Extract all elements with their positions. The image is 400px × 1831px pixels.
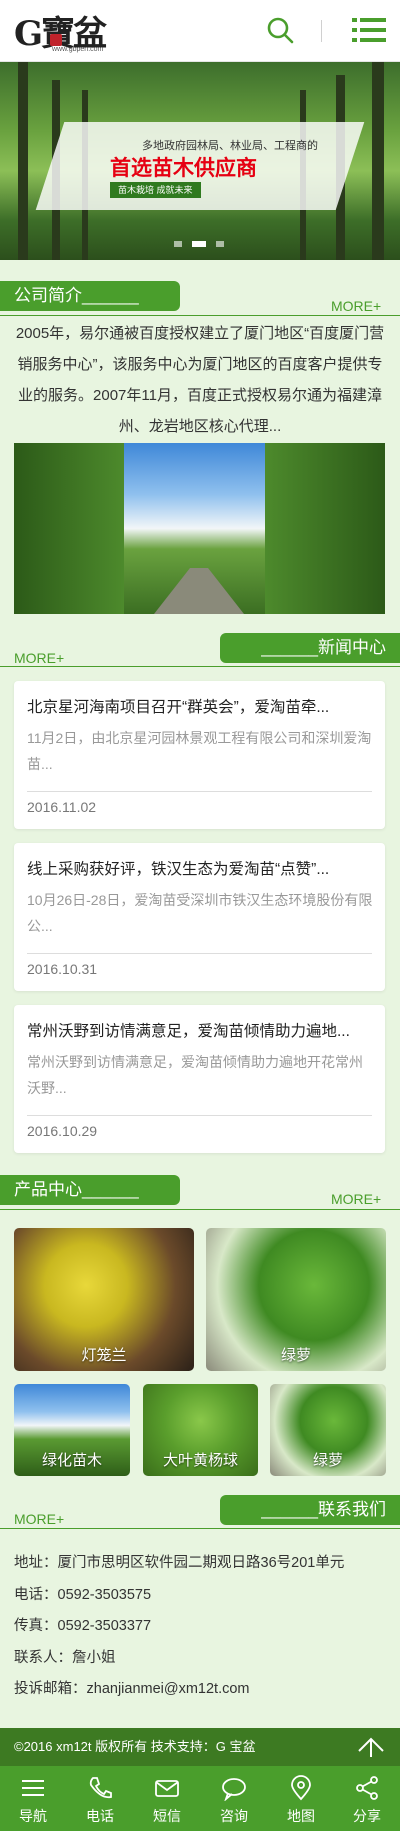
search-icon[interactable] [266,16,294,44]
news-summary: 10月26日-28日，爱淘苗受深圳市铁汉生态环境股份有限公... [27,892,373,934]
logo-url: www.gbpen.com [52,46,104,53]
news-date: 2016.10.29 [27,1123,98,1139]
copyright: ©2016 xm12t 版权所有 技术支持：G 宝盆 [0,1728,400,1766]
section-heading-news[interactable]: ______新闻中心 [220,633,400,663]
phone-icon [89,1777,112,1799]
back-to-top-icon[interactable] [356,1735,386,1759]
product-label: 绿萝 [312,1452,343,1469]
logo[interactable]: G寶盆 www.gbpen.com [14,6,114,58]
nav-label: 电话 [86,1808,114,1824]
product-label: 大叶黄杨球 [162,1452,238,1469]
contact-email[interactable]: 投诉邮箱：zhanjianmei@xm12t.com [14,1677,250,1698]
banner-tag: 苗木栽培 成就未来 [110,182,201,198]
menu-icon[interactable] [352,16,386,44]
contact-more-link[interactable]: MORE+ [14,1511,64,1527]
product-label: 灯笼兰 [81,1347,127,1364]
chat-icon [222,1778,246,1801]
intro-more-link[interactable]: MORE+ [331,298,381,314]
banner-title: 首选苗木供应商 [110,157,257,180]
nav-item-menu[interactable]: 导航 [0,1766,66,1831]
product-card[interactable]: 大叶黄杨球 [143,1384,258,1476]
logo-seal [50,34,62,46]
contact-fax: 传真：0592-3503377 [14,1618,152,1634]
section-heading-products[interactable]: 产品中心______ [0,1175,180,1205]
product-card[interactable]: 绿萝 [270,1384,386,1476]
nav-item-phone[interactable]: 电话 [67,1766,133,1831]
mail-icon [155,1780,179,1797]
header-divider [321,20,322,42]
product-label: 绿化苗木 [41,1452,102,1469]
news-item[interactable]: 线上采购获好评，铁汉生态为爱淘苗“点赞”... 10月26日-28日，爱淘苗受深… [14,843,385,991]
news-date: 2016.10.31 [27,961,98,977]
product-card[interactable]: 绿化苗木 [14,1384,130,1476]
bottom-nav: 导航 电话 短信 咨询 地图 分享 [0,1766,400,1831]
news-title[interactable]: 线上采购获好评，铁汉生态为爱淘苗“点赞”... [27,857,375,879]
share-icon [356,1776,378,1800]
news-date: 2016.11.02 [27,799,97,815]
nav-label: 导航 [19,1808,47,1824]
intro-text: 2005年，易尔通被百度授权建立了厦门地区“百度厦门营销服务中心”，该服务中心为… [15,325,385,435]
banner-pagination[interactable] [174,241,234,249]
product-label: 绿萝 [280,1347,311,1364]
contact-address: 地址：厦门市思明区软件园二期观日路36号201单元 [14,1555,345,1571]
section-heading-contact[interactable]: ______联系我们 [220,1495,400,1525]
banner-subtitle: 多地政府园林局、林业局、工程商的 [142,140,318,152]
menu-icon [22,1780,44,1796]
product-card[interactable]: 灯笼兰 [14,1228,194,1371]
header: G寶盆 www.gbpen.com [0,0,400,62]
products-more-link[interactable]: MORE+ [331,1191,381,1207]
news-item[interactable]: 常州沃野到访情满意足，爱淘苗倾情助力遍地... 常州沃野到访情满意足，爱淘苗倾情… [14,1005,385,1153]
nav-item-sms[interactable]: 短信 [134,1766,200,1831]
section-heading-intro[interactable]: 公司简介______ [0,281,180,311]
news-item[interactable]: 北京星河海南项目召开“群英会”，爱淘苗牵... 11月2日，由北京星河园林景观工… [14,681,385,829]
nav-label: 地图 [287,1808,315,1824]
nav-item-map[interactable]: 地图 [268,1766,334,1831]
nav-label: 分享 [353,1808,381,1824]
intro-image [14,443,385,614]
contact-person: 联系人：詹小姐 [14,1650,116,1666]
news-title[interactable]: 常州沃野到访情满意足，爱淘苗倾情助力遍地... [27,1019,375,1041]
news-summary: 11月2日，由北京星河园林景观工程有限公司和深圳爱淘苗... [27,730,372,772]
product-card[interactable]: 绿萝 [206,1228,386,1371]
news-summary: 常州沃野到访情满意足，爱淘苗倾情助力遍地开花常州沃野... [27,1054,363,1096]
nav-label: 咨询 [220,1808,248,1824]
nav-label: 短信 [153,1808,181,1824]
contact-phone[interactable]: 电话：0592-3503575 [14,1583,151,1604]
map-pin-icon [291,1775,311,1801]
news-title[interactable]: 北京星河海南项目召开“群英会”，爱淘苗牵... [27,695,375,717]
nav-item-share[interactable]: 分享 [334,1766,400,1831]
nav-item-consult[interactable]: 咨询 [201,1766,267,1831]
news-more-link[interactable]: MORE+ [14,650,64,666]
